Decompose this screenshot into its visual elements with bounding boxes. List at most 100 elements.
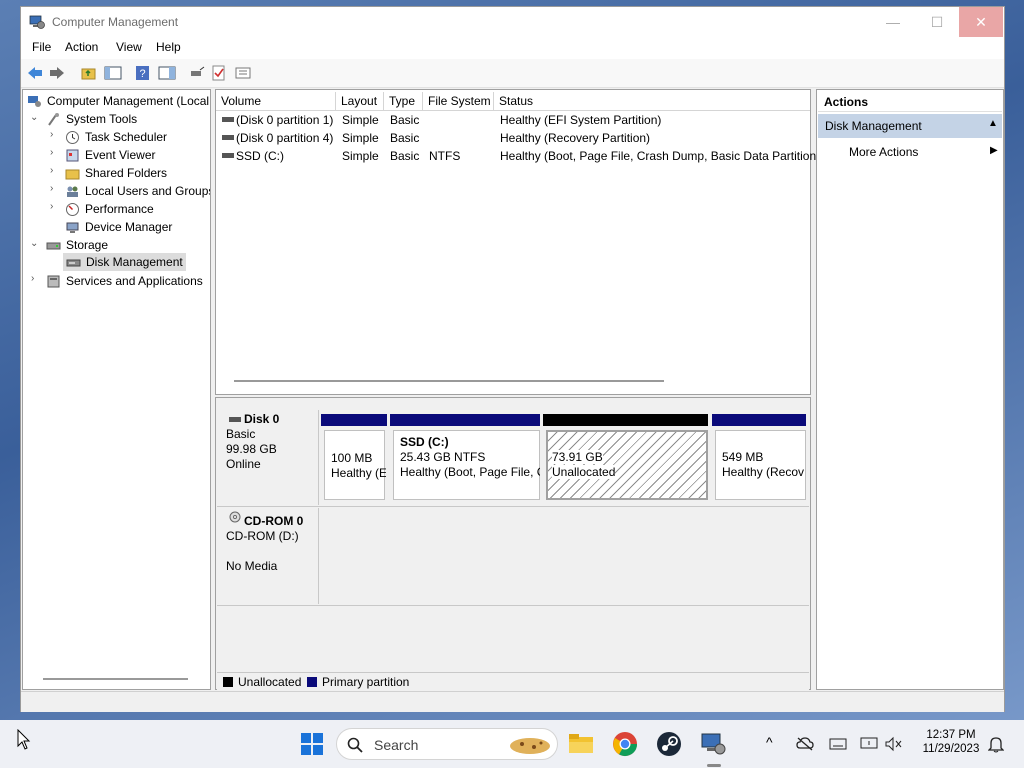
chevron-right-icon[interactable]: › — [31, 273, 34, 284]
column-header-type[interactable]: Type — [384, 92, 423, 110]
minimize-button[interactable]: — — [871, 7, 915, 37]
volume-muted-icon[interactable] — [884, 736, 904, 752]
partition-bar — [543, 414, 708, 426]
title-bar[interactable]: Computer Management — ☐ ✕ — [21, 7, 1004, 37]
column-header-status[interactable]: Status — [494, 92, 810, 110]
horizontal-scrollbar[interactable] — [234, 380, 664, 382]
partition-size: 73.91 GB — [552, 450, 603, 464]
partition-size: 100 MB — [331, 451, 373, 465]
menu-file[interactable]: File — [32, 40, 51, 54]
search-label: Search — [374, 737, 419, 753]
tree-item-shared-folders[interactable]: Shared Folders — [65, 164, 167, 182]
menu-action[interactable]: Action — [65, 40, 98, 54]
services-icon — [47, 275, 60, 287]
back-arrow-icon[interactable] — [26, 65, 44, 81]
column-header-file-system[interactable]: File System — [423, 92, 494, 110]
connect-virtual-disk-icon[interactable] — [188, 65, 206, 81]
chevron-down-icon[interactable]: ⌄ — [30, 112, 38, 123]
partition-unallocated[interactable]: 73.91 GB Unallocated — [546, 430, 708, 500]
partition-status: Healthy (Boot, Page File, C — [400, 465, 540, 479]
steam-icon[interactable] — [655, 730, 683, 758]
show-hide-action-pane-icon[interactable] — [158, 65, 176, 81]
tree-label: Local Users and Groups — [85, 184, 211, 198]
tree-item-event-viewer[interactable]: Event Viewer — [65, 146, 155, 164]
tree-item-storage[interactable]: Storage — [46, 236, 108, 254]
tree-item-task-scheduler[interactable]: Task Scheduler — [65, 128, 167, 146]
actions-title: Actions — [824, 95, 869, 109]
tree-label: Performance — [85, 202, 154, 216]
chevron-right-icon[interactable]: › — [50, 129, 53, 140]
tree-item-system-tools[interactable]: System Tools — [46, 110, 137, 128]
event-viewer-icon — [66, 149, 79, 161]
partition-bar — [321, 414, 387, 426]
partition-efi[interactable]: 100 MB Healthy (E — [324, 430, 386, 500]
chevron-right-icon[interactable]: › — [50, 165, 53, 176]
clock[interactable]: 12:37 PM 11/29/2023 — [918, 729, 984, 755]
menu-help[interactable]: Help — [156, 40, 181, 54]
tree-label: Services and Applications — [66, 274, 203, 288]
status-cell: Healthy (Boot, Page File, Crash Dump, Ba… — [500, 149, 821, 163]
keyboard-icon[interactable] — [829, 737, 847, 751]
volume-cell: (Disk 0 partition 1) — [236, 113, 334, 127]
type-cell: Basic — [390, 113, 420, 127]
partition-size: 25.43 GB NTFS — [400, 450, 486, 464]
help-icon[interactable]: ? — [134, 65, 152, 81]
chevron-down-icon[interactable]: ⌄ — [30, 238, 38, 249]
maximize-button[interactable]: ☐ — [915, 7, 959, 37]
more-actions-label: More Actions — [849, 145, 919, 159]
onedrive-icon[interactable] — [796, 736, 814, 752]
show-hidden-icons-chevron-icon[interactable]: ^ — [766, 734, 773, 750]
layout-cell: Simple — [342, 113, 379, 127]
chevron-right-icon[interactable]: › — [50, 183, 53, 194]
tree-item-disk-management[interactable]: Disk Management — [63, 253, 186, 271]
legend-swatch-primary — [307, 677, 317, 687]
chrome-icon[interactable] — [611, 730, 639, 758]
horizontal-scrollbar[interactable] — [43, 678, 188, 680]
show-hide-console-tree-icon[interactable] — [104, 65, 122, 81]
actions-section-disk-management[interactable]: Disk Management ▲ — [818, 114, 1002, 138]
disk-icon — [229, 417, 241, 422]
partition-status: Healthy (E — [331, 466, 386, 480]
column-header-layout[interactable]: Layout — [336, 92, 384, 110]
disk-state: Online — [226, 457, 261, 471]
cdrom-0-label[interactable]: CD-ROM 0 CD-ROM (D:) No Media — [217, 508, 319, 604]
up-folder-icon[interactable] — [80, 65, 98, 81]
chevron-right-icon[interactable]: › — [50, 147, 53, 158]
forward-arrow-icon[interactable] — [48, 65, 66, 81]
properties-icon[interactable] — [234, 65, 252, 81]
notification-bell-icon[interactable] — [988, 735, 1004, 753]
table-row[interactable]: SSD (C:) Simple Basic NTFS Healthy (Boot… — [216, 147, 820, 165]
clock-time: 12:37 PM — [926, 729, 976, 741]
file-explorer-icon[interactable] — [567, 730, 595, 758]
chevron-right-icon[interactable]: › — [50, 201, 53, 212]
table-row[interactable]: (Disk 0 partition 4) Simple Basic Health… — [216, 129, 810, 147]
volume-icon — [222, 135, 234, 140]
column-header-volume[interactable]: Volume — [216, 92, 336, 110]
disk-0-partitions: 100 MB Healthy (E SSD (C:) 25.43 GB NTFS… — [320, 410, 808, 505]
windows-start-icon[interactable] — [298, 730, 326, 758]
partition-recovery[interactable]: 549 MB Healthy (Recov — [715, 430, 806, 500]
actions-pane: Actions Disk Management ▲ More Actions ▶ — [816, 89, 1004, 690]
display-settings-icon[interactable] — [860, 736, 878, 752]
actions-section-label: Disk Management — [825, 119, 922, 133]
more-actions-item[interactable]: More Actions ▶ — [818, 142, 1002, 162]
partition-status: Unallocated — [552, 465, 616, 479]
type-cell: Basic — [390, 131, 420, 145]
collapse-up-icon[interactable]: ▲ — [988, 118, 998, 129]
table-row[interactable]: (Disk 0 partition 1) Simple Basic Health… — [216, 111, 810, 129]
tree-item-local-users-groups[interactable]: Local Users and Groups — [65, 182, 211, 200]
disk-0-label[interactable]: Disk 0 Basic 99.98 GB Online — [217, 410, 319, 505]
menu-view[interactable]: View — [116, 40, 142, 54]
close-button[interactable]: ✕ — [959, 7, 1003, 37]
taskbar-search-box[interactable]: Search — [336, 728, 558, 760]
checklist-icon[interactable] — [210, 65, 228, 81]
volume-list: Volume Layout Type File System Status (D… — [215, 89, 820, 395]
tree-item-performance[interactable]: Performance — [65, 200, 154, 218]
partition-ssd-c[interactable]: SSD (C:) 25.43 GB NTFS Healthy (Boot, Pa… — [393, 430, 540, 500]
tree-item-computer-management[interactable]: Computer Management (Local — [27, 92, 209, 110]
computer-management-taskbar-icon[interactable] — [699, 730, 727, 758]
tree-label: Storage — [66, 238, 109, 252]
tree-item-services-applications[interactable]: Services and Applications — [46, 272, 203, 290]
actions-header: Actions — [818, 91, 1002, 112]
tree-item-device-manager[interactable]: Device Manager — [65, 218, 172, 236]
